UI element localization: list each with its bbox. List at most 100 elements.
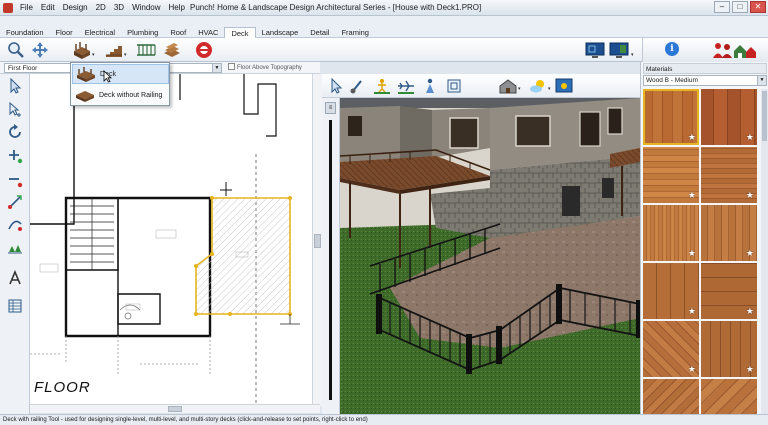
render-button[interactable] [554,76,574,96]
people-houses-icon[interactable] [712,41,758,59]
material-swatch[interactable]: ★ [701,205,757,261]
view-split-button[interactable] [609,40,629,60]
home-view-dropdown-arrow[interactable]: ▾ [518,86,521,92]
paint-brush-button[interactable] [348,76,368,96]
favorite-star-icon[interactable]: ★ [746,132,754,143]
favorite-star-icon[interactable]: ★ [746,306,754,317]
deck-tool-button[interactable] [72,40,92,60]
deck-wizard-button[interactable] [194,40,214,60]
minimize-button[interactable]: – [714,1,730,13]
splitter-knob-icon[interactable]: ≡ [325,102,336,114]
info-icon[interactable]: i [665,42,679,56]
fly-view-button[interactable] [396,76,416,96]
view-splitter[interactable]: ≡ [322,98,340,414]
menu-file[interactable]: File [16,0,37,16]
material-swatch[interactable]: ★ [701,263,757,319]
maximize-button[interactable]: □ [732,1,748,13]
mouse-cursor-icon [103,70,112,83]
material-swatch[interactable]: ★ [701,321,757,377]
material-swatch[interactable]: ★ [643,321,699,377]
sky-dropdown-arrow[interactable]: ▾ [548,86,551,92]
sky-weather-button[interactable] [528,76,548,96]
text-tool-button[interactable] [5,268,25,288]
zoom-tool-button[interactable] [6,40,26,60]
tab-detail[interactable]: Detail [304,27,335,38]
remove-point-tool-button[interactable] [5,170,25,190]
menu-2d[interactable]: 2D [92,0,110,16]
plan-horizontal-scroll-thumb[interactable] [168,406,182,412]
schedule-tool-button[interactable] [5,296,25,316]
view-2d-button[interactable] [585,40,605,60]
favorite-star-icon[interactable]: ★ [688,132,696,143]
tab-deck[interactable]: Deck [224,27,256,38]
edit-line-tool-button[interactable] [5,192,25,212]
rotate-tool-button[interactable] [5,122,25,142]
materials-scrollbar[interactable] [761,89,768,414]
home-view-button[interactable] [498,76,518,96]
tab-foundation[interactable]: Foundation [0,27,50,38]
tab-floor[interactable]: Floor [50,27,79,38]
dropdown-item-deck-without-railing[interactable]: Deck without Railing [72,85,169,105]
menu-edit[interactable]: Edit [37,0,59,16]
material-swatch[interactable]: ★ [643,89,699,145]
floor-select-value: First Floor [8,65,38,72]
menu-design[interactable]: Design [59,0,92,16]
material-swatch[interactable]: ★ [701,379,757,414]
material-swatch[interactable]: ★ [643,205,699,261]
splitter-bar[interactable] [329,120,332,400]
plan-view-2d[interactable]: FLOOR [30,74,320,406]
favorite-star-icon[interactable]: ★ [688,306,696,317]
railing-button[interactable] [136,40,156,60]
pan-tool-button[interactable] [30,40,50,60]
deck-dropdown-arrow[interactable]: ▾ [92,52,95,58]
checkbox-icon[interactable] [228,63,235,70]
tab-plumbing[interactable]: Plumbing [121,27,164,38]
view-dropdown-arrow[interactable]: ▾ [631,52,634,58]
menu-3d[interactable]: 3D [110,0,128,16]
material-swatch[interactable]: ★ [643,263,699,319]
view-3d-render[interactable] [340,98,640,414]
plan-horizontal-scrollbar[interactable] [30,404,320,413]
dropdown-item-deck[interactable]: Deck [72,64,169,84]
deck-stairs-button[interactable] [104,40,124,60]
plan-vertical-scrollbar[interactable] [312,74,322,406]
close-button[interactable]: ✕ [750,1,766,13]
select-object-tool-button[interactable] [5,100,25,120]
menu-help[interactable]: Help [165,0,189,16]
material-swatch[interactable]: ★ [701,89,757,145]
view-3d-pointer-button[interactable] [326,76,346,96]
material-swatch[interactable]: ★ [701,147,757,203]
tab-landscape[interactable]: Landscape [256,27,305,38]
tab-list: Foundation Floor Electrical Plumbing Roof HVA… [0,27,375,38]
favorite-star-icon[interactable]: ★ [746,364,754,375]
tab-roof[interactable]: Roof [164,27,192,38]
deck-wizard-icon [196,42,212,58]
floor-above-topography-checkbox[interactable]: Floor Above Topography [228,63,302,73]
materials-scroll-thumb[interactable] [762,91,767,141]
chevron-down-icon[interactable]: ▼ [212,64,221,72]
material-swatch[interactable]: ★ [643,379,699,414]
tab-hvac[interactable]: HVAC [192,27,224,38]
add-point-tool-button[interactable] [5,146,25,166]
landscape-tool-button[interactable] [5,238,25,258]
fullscreen-3d-button[interactable] [444,76,464,96]
walkthrough-button[interactable] [372,76,392,96]
favorite-star-icon[interactable]: ★ [688,190,696,201]
tab-electrical[interactable]: Electrical [79,27,121,38]
tab-framing[interactable]: Framing [335,27,375,38]
camera-view-button[interactable] [420,76,440,96]
select-tool-button[interactable] [5,76,25,96]
chevron-down-icon[interactable]: ▼ [757,76,766,85]
material-category-select[interactable]: Wood B - Medium ▼ [643,75,767,86]
deck-planks-button[interactable] [162,40,182,60]
plan-vertical-scroll-thumb[interactable] [314,234,321,248]
community-group [702,38,768,62]
favorite-star-icon[interactable]: ★ [688,248,696,259]
favorite-star-icon[interactable]: ★ [746,248,754,259]
favorite-star-icon[interactable]: ★ [688,364,696,375]
favorite-star-icon[interactable]: ★ [746,190,754,201]
edit-curve-tool-button[interactable] [5,214,25,234]
material-swatch[interactable]: ★ [643,147,699,203]
stairs-dropdown-arrow[interactable]: ▾ [124,52,127,58]
menu-window[interactable]: Window [128,0,164,16]
